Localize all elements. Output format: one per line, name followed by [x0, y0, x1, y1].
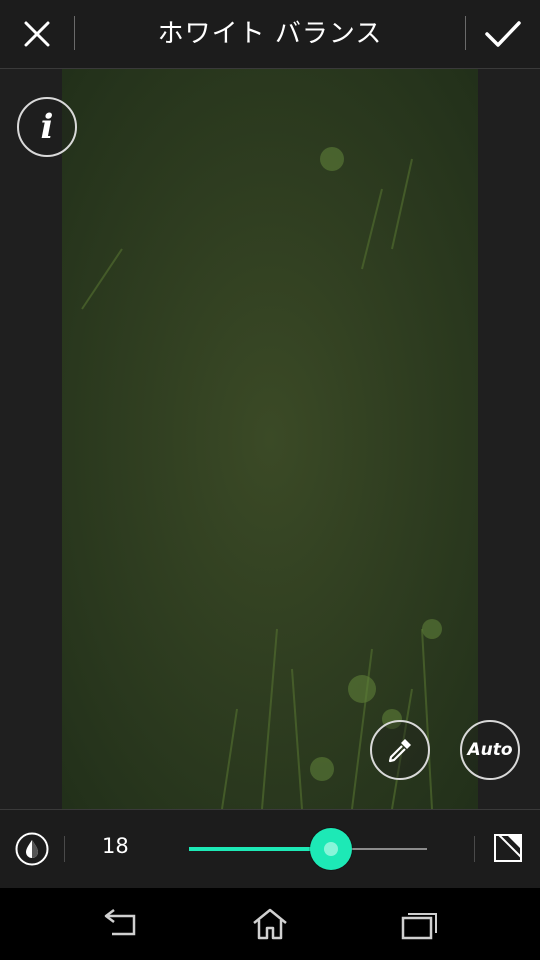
- adjustment-slider[interactable]: [189, 828, 427, 870]
- system-nav-bar: [0, 888, 540, 960]
- drop-icon[interactable]: [15, 832, 49, 866]
- compare-icon[interactable]: [493, 832, 525, 866]
- info-button[interactable]: i: [17, 97, 77, 157]
- photo-preview[interactable]: (function(){ const svg = document.curren…: [62, 69, 478, 809]
- editor-canvas: (function(){ const svg = document.curren…: [0, 69, 540, 809]
- top-bar: ホワイト バランス: [0, 0, 540, 69]
- recent-apps-icon[interactable]: [400, 906, 440, 942]
- auto-label: Auto: [467, 740, 513, 760]
- page-title: ホワイト バランス: [157, 19, 383, 49]
- slider-thumb[interactable]: [309, 828, 352, 870]
- checkmark-icon: [485, 21, 521, 47]
- divider: [64, 836, 65, 862]
- auto-button[interactable]: Auto: [460, 720, 520, 780]
- confirm-button[interactable]: [466, 0, 540, 68]
- eyedropper-icon: [388, 739, 411, 763]
- back-icon[interactable]: [100, 906, 140, 942]
- divider: [474, 836, 475, 862]
- flower-photo: (function(){ const svg = document.curren…: [62, 69, 478, 809]
- adjustment-value: 18: [102, 834, 129, 858]
- eyedropper-button[interactable]: [370, 720, 430, 780]
- info-icon: i: [40, 107, 54, 147]
- adjustment-bar: 18: [0, 809, 540, 888]
- home-icon[interactable]: [250, 906, 290, 942]
